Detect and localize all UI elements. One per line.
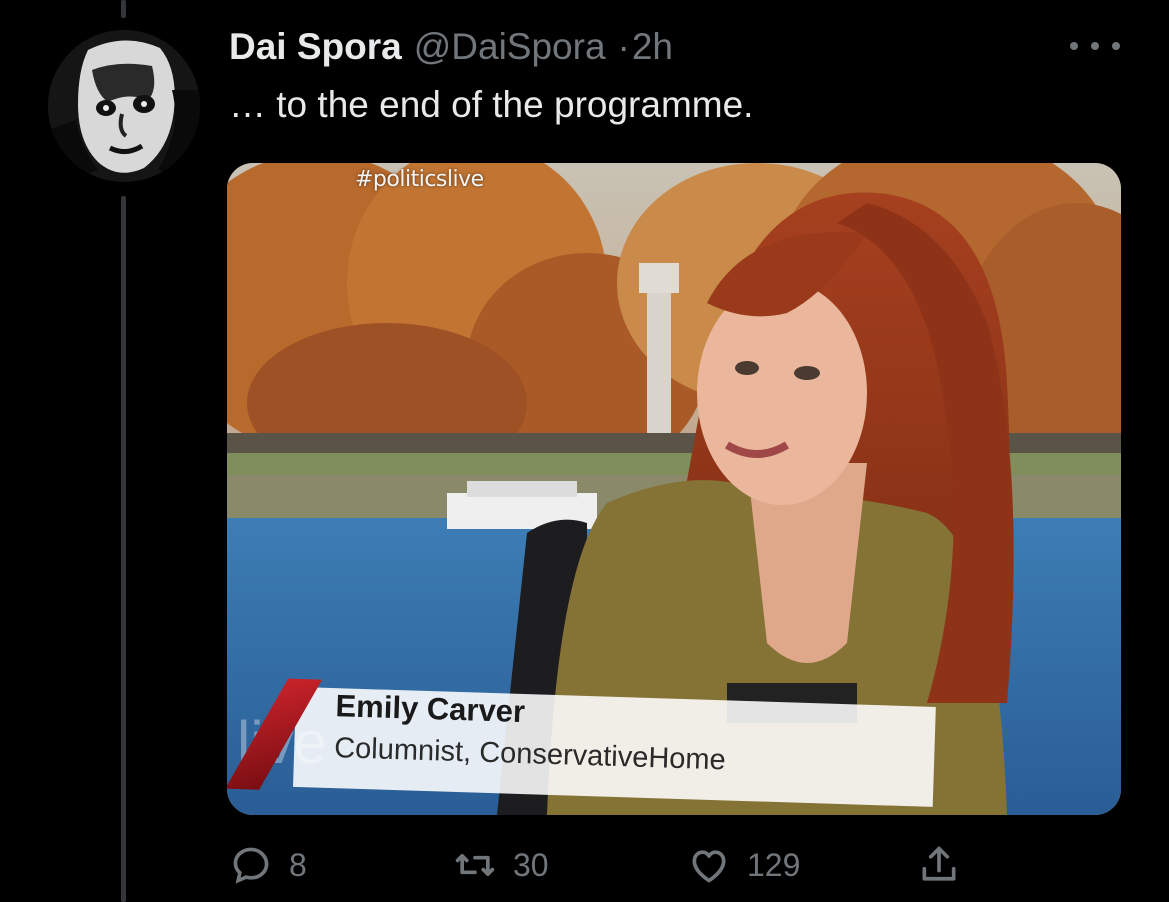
timestamp[interactable]: 2h: [632, 26, 673, 68]
like-button[interactable]: 129: [687, 840, 800, 890]
separator: ·: [617, 26, 630, 67]
tweet-text: … to the end of the programme.: [229, 84, 754, 125]
retweet-count: 30: [513, 846, 549, 883]
lower-third-caption: Emily Carver Columnist, ConservativeHome: [227, 659, 1007, 815]
retweet-button[interactable]: 30: [453, 840, 549, 890]
more-icon[interactable]: [1070, 36, 1120, 56]
hashtag-overlay: #politicslive: [355, 167, 484, 192]
like-icon: [692, 850, 726, 883]
thread-line: [121, 196, 126, 902]
tweet-actions: 8 30 129: [229, 840, 969, 890]
share-icon: [922, 846, 956, 881]
more-dot: [1070, 42, 1078, 50]
more-dot: [1091, 42, 1099, 50]
tweet-media[interactable]: live #politicslive Emily Carver Columnis…: [227, 163, 1121, 815]
thread-line-top: [121, 0, 126, 18]
tweet-header: Dai Spora @DaiSpora · 2h: [229, 26, 673, 76]
reply-count: 8: [289, 846, 307, 883]
like-count: 129: [747, 846, 801, 883]
display-name[interactable]: Dai Spora: [229, 26, 402, 68]
more-dot: [1112, 42, 1120, 50]
avatar[interactable]: [48, 30, 200, 182]
caption-name: Emily Carver: [335, 688, 526, 730]
retweet-icon: [455, 854, 495, 876]
reply-button[interactable]: 8: [229, 840, 307, 890]
share-button[interactable]: [917, 840, 961, 890]
user-handle[interactable]: @DaiSpora: [414, 26, 606, 68]
avatar-image: [48, 30, 200, 182]
reply-icon: [233, 847, 269, 884]
